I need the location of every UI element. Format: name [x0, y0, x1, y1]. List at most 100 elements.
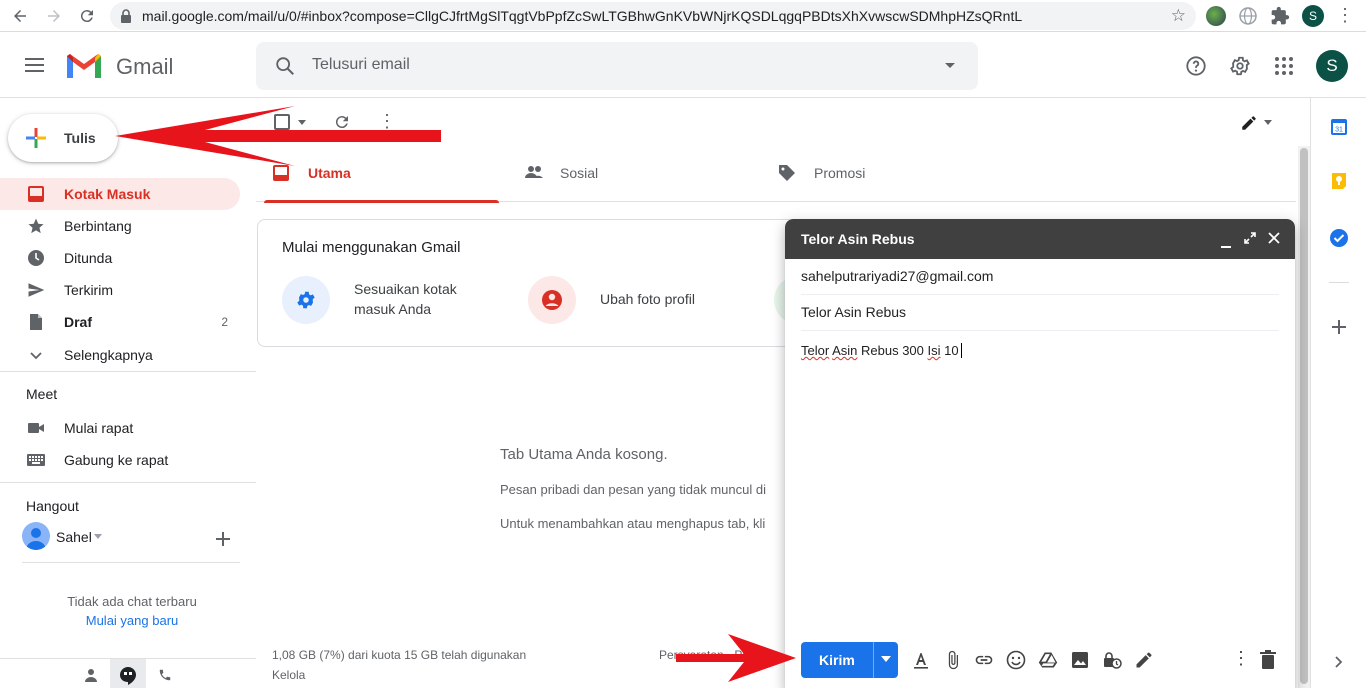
recipient-value: sahelputrariyadi27@gmail.com: [801, 268, 994, 284]
calendar-icon[interactable]: 31: [1330, 118, 1348, 136]
search-options-caret-icon[interactable]: [944, 62, 956, 70]
caret-down-icon[interactable]: [94, 534, 102, 539]
sidebar-item-label: Berbintang: [64, 218, 132, 234]
gmail-logo-icon[interactable]: [64, 52, 104, 80]
confidential-mode-icon[interactable]: [1102, 650, 1122, 670]
recipient-field[interactable]: sahelputrariyadi27@gmail.com: [801, 259, 1279, 295]
send-button[interactable]: Kirim: [801, 642, 898, 678]
attach-paperclip-icon[interactable]: [943, 650, 963, 670]
bookmark-star-icon[interactable]: ☆: [1171, 6, 1186, 26]
close-icon[interactable]: [1268, 232, 1280, 244]
apps-grid-icon[interactable]: [1273, 55, 1295, 77]
sidebar-item-label: Gabung ke rapat: [64, 452, 169, 468]
empty-tab-line2: Untuk menambahkan atau menghapus tab, kl…: [500, 516, 766, 531]
settings-gear-icon[interactable]: [1229, 55, 1251, 77]
sidebar-item-starred[interactable]: Berbintang: [0, 210, 240, 242]
empty-tab-line1: Pesan pribadi dan pesan yang tidak muncu…: [500, 482, 766, 497]
address-bar[interactable]: mail.google.com/mail/u/0/#inbox?compose=…: [110, 2, 1196, 30]
body-word-misspelled: Isi: [927, 343, 941, 358]
text-format-icon[interactable]: [911, 650, 931, 670]
body-word: Rebus 300: [861, 343, 924, 358]
search-icon[interactable]: [274, 55, 296, 77]
back-arrow-icon[interactable]: [10, 6, 30, 26]
draft-file-icon: [27, 313, 45, 331]
sidebar-item-inbox[interactable]: Kotak Masuk: [0, 178, 240, 210]
discard-trash-icon[interactable]: [1259, 650, 1277, 670]
sidebar-item-label: Kotak Masuk: [64, 186, 151, 202]
scrollbar-thumb[interactable]: [1300, 148, 1308, 684]
hangout-user-avatar[interactable]: [22, 522, 50, 550]
google-drive-icon[interactable]: [1038, 650, 1058, 670]
account-avatar[interactable]: S: [1316, 50, 1348, 82]
browser-toolbar: mail.google.com/mail/u/0/#inbox?compose=…: [0, 0, 1366, 32]
customize-inbox-line1[interactable]: Sesuaikan kotak: [354, 279, 457, 299]
subject-value: Telor Asin Rebus: [801, 304, 907, 320]
forward-arrow-icon[interactable]: [44, 6, 64, 26]
side-panel: 31: [1310, 98, 1366, 688]
red-arrow-to-send-annotation: [676, 634, 796, 682]
minimize-icon[interactable]: [1221, 238, 1231, 248]
message-body[interactable]: Telor Asin Rebus 300 Isi 10: [801, 343, 966, 358]
emoji-icon[interactable]: [1006, 650, 1026, 670]
video-camera-icon: [27, 419, 45, 437]
browser-menu-icon[interactable]: ⋮: [1336, 6, 1354, 26]
tasks-icon[interactable]: [1329, 228, 1349, 248]
browser-profile-avatar[interactable]: S: [1302, 5, 1324, 27]
puzzle-extensions-icon[interactable]: [1270, 6, 1290, 26]
hangout-user-name[interactable]: Sahel: [56, 529, 92, 545]
person-icon[interactable]: [84, 668, 98, 682]
chevron-down-icon: [27, 346, 45, 364]
keyboard-icon: [27, 451, 45, 469]
phone-icon[interactable]: [158, 668, 172, 682]
sidebar-item-label: Terkirim: [64, 282, 113, 298]
reload-icon[interactable]: [77, 6, 97, 26]
fullscreen-icon[interactable]: [1244, 232, 1256, 244]
manage-storage-link[interactable]: Kelola: [272, 668, 305, 682]
help-icon[interactable]: [1185, 55, 1207, 77]
sidebar-item-more[interactable]: Selengkapnya: [0, 339, 240, 371]
hangouts-chat-icon[interactable]: [120, 667, 136, 685]
meet-section-title: Meet: [26, 386, 58, 402]
sidebar-item-drafts[interactable]: Draf 2: [0, 306, 240, 338]
main-menu-icon[interactable]: [24, 56, 46, 74]
insert-link-icon[interactable]: [974, 650, 994, 670]
get-addons-plus-icon[interactable]: [1332, 320, 1346, 334]
onboarding-title: Mulai menggunakan Gmail: [282, 239, 461, 256]
tab-social[interactable]: Sosial: [508, 146, 748, 202]
change-profile-photo-text[interactable]: Ubah foto profil: [600, 289, 695, 309]
signature-pen-icon[interactable]: [1134, 650, 1154, 670]
tab-promotions[interactable]: Promosi: [762, 146, 1002, 202]
sidebar-item-join-meeting[interactable]: Gabung ke rapat: [0, 444, 240, 476]
svg-text:31: 31: [1335, 127, 1343, 134]
compose-label: Tulis: [64, 130, 96, 146]
add-chat-plus-icon[interactable]: [216, 532, 230, 546]
chevron-right-icon[interactable]: [1335, 656, 1343, 668]
text-cursor: [960, 343, 966, 358]
body-word-misspelled: Asin: [832, 343, 858, 358]
profile-photo-icon[interactable]: [528, 276, 576, 324]
people-icon: [524, 164, 544, 182]
extension-globe-icon[interactable]: [1206, 6, 1226, 26]
pen-input-tools-icon[interactable]: [1240, 114, 1258, 132]
customize-inbox-line2[interactable]: masuk Anda: [354, 299, 431, 319]
lock-icon: [120, 9, 132, 23]
insert-photo-icon[interactable]: [1070, 650, 1090, 670]
gmail-wordmark: Gmail: [116, 54, 174, 79]
search-input[interactable]: [312, 56, 912, 74]
subject-field[interactable]: Telor Asin Rebus: [801, 295, 1279, 331]
keep-bulb-icon[interactable]: [1330, 172, 1348, 190]
world-icon[interactable]: [1238, 6, 1258, 26]
send-options-caret-icon[interactable]: [881, 656, 891, 662]
search-bar[interactable]: [256, 42, 978, 90]
compose-dialog-header[interactable]: Telor Asin Rebus: [785, 219, 1295, 259]
sidebar-item-snoozed[interactable]: Ditunda: [0, 242, 240, 274]
customize-inbox-gear-icon[interactable]: [282, 276, 330, 324]
compose-button[interactable]: Tulis: [8, 114, 118, 162]
body-word: 10: [944, 343, 959, 358]
sidebar-item-sent[interactable]: Terkirim: [0, 274, 240, 306]
more-options-icon[interactable]: ⋮: [1232, 648, 1250, 669]
start-new-chat-link[interactable]: Mulai yang baru: [0, 613, 264, 628]
main-scrollbar[interactable]: [1298, 146, 1310, 688]
sidebar-item-start-meeting[interactable]: Mulai rapat: [0, 412, 240, 444]
pen-tools-caret-icon[interactable]: [1264, 120, 1272, 125]
